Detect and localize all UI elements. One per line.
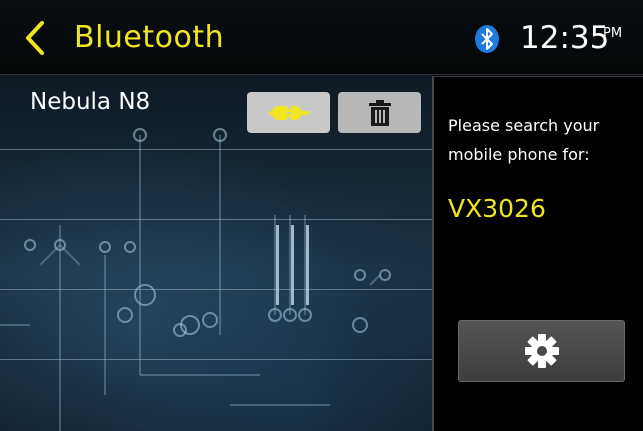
device-name: Nebula N8	[30, 89, 151, 115]
device-id: VX3026	[448, 194, 546, 223]
top-bar: Bluetooth 12:35 PM	[0, 0, 643, 75]
chevron-left-icon	[26, 21, 44, 55]
clock-ampm: PM	[603, 26, 623, 41]
delete-button[interactable]	[338, 92, 421, 133]
clock-time: 12:35	[520, 20, 610, 56]
row-divider	[0, 219, 432, 220]
row-divider	[0, 289, 432, 290]
connector-plug-icon	[268, 105, 309, 120]
back-button[interactable]	[18, 16, 52, 60]
gear-icon	[524, 334, 559, 368]
trash-icon	[368, 99, 391, 126]
page-title: Bluetooth	[74, 20, 225, 55]
paired-device-list: Nebula N8	[0, 75, 432, 431]
row-divider	[0, 149, 432, 150]
settings-button[interactable]	[458, 320, 625, 382]
pairing-instructions: Please search your mobile phone for:	[448, 116, 600, 164]
row-divider	[0, 359, 432, 360]
device-row[interactable]: Nebula N8	[0, 75, 432, 149]
connect-button[interactable]	[247, 92, 330, 133]
pairing-info-panel: Please search your mobile phone for: VX3…	[432, 76, 643, 431]
bluetooth-screen: Bluetooth 12:35 PM Nebula N8 Please sear…	[0, 0, 643, 431]
bluetooth-icon	[475, 25, 499, 53]
